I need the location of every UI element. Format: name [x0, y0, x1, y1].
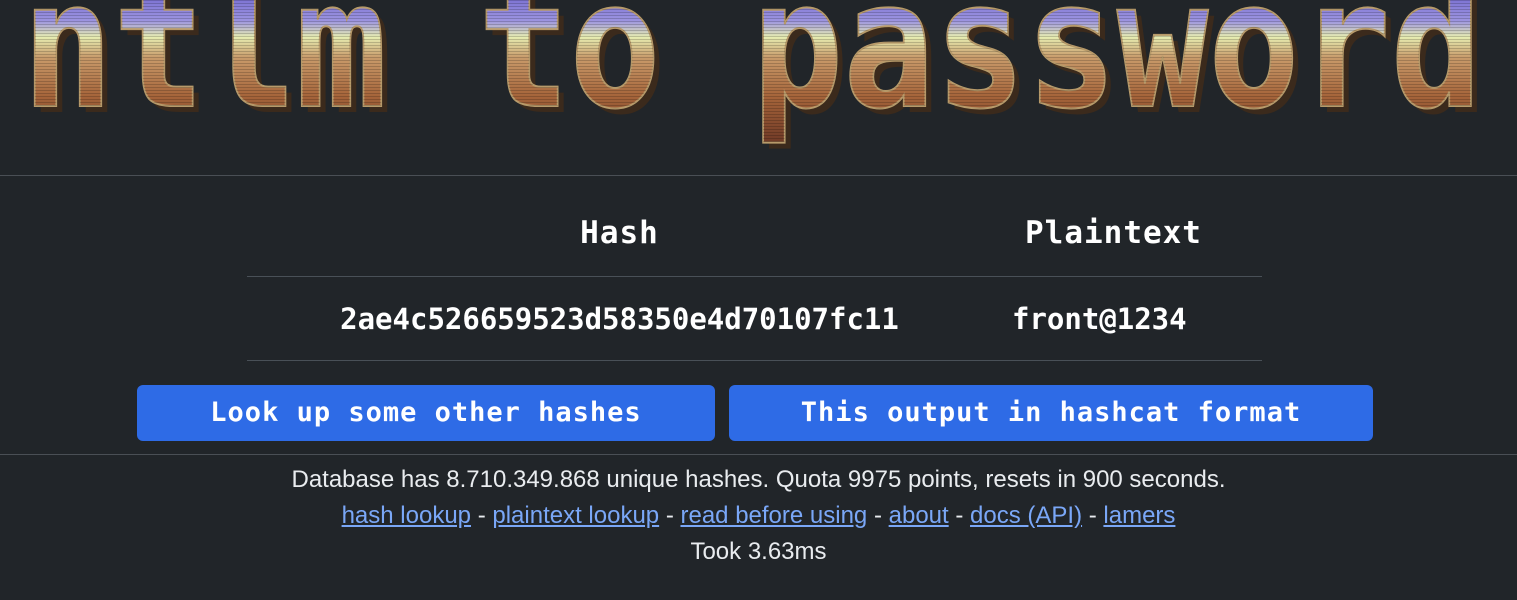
- read-before-using-link[interactable]: read before using: [680, 502, 867, 529]
- logo-scanlines: ntlm to password: [22, 0, 1482, 148]
- results-table: Hash Plaintext 2ae4c526659523d58350e4d70…: [247, 190, 1262, 361]
- link-separator: -: [477, 502, 486, 529]
- top-divider: [0, 175, 1517, 176]
- footer-links: hash lookup - plaintext lookup - read be…: [0, 498, 1517, 534]
- docs-api-link[interactable]: docs (API): [970, 502, 1082, 529]
- hash-column-header: Hash: [247, 190, 992, 277]
- hashcat-format-button[interactable]: This output in hashcat format: [729, 385, 1373, 441]
- database-stats: Database has 8.710.349.868 unique hashes…: [291, 466, 1226, 493]
- plaintext-lookup-link[interactable]: plaintext lookup: [492, 502, 659, 529]
- about-link[interactable]: about: [889, 502, 949, 529]
- logo-graphic: ntlm to password ntlm to password ntlm t…: [21, 0, 1488, 154]
- timing-text: Took 3.63ms: [690, 538, 827, 565]
- table-row: 2ae4c526659523d58350e4d70107fc11 front@1…: [247, 276, 1262, 361]
- link-separator: -: [955, 502, 964, 529]
- table-header-row: Hash Plaintext: [247, 190, 1262, 277]
- lookup-other-hashes-button[interactable]: Look up some other hashes: [137, 385, 715, 441]
- bottom-divider: [0, 454, 1517, 455]
- link-separator: -: [665, 502, 674, 529]
- hash-lookup-link[interactable]: hash lookup: [342, 502, 471, 529]
- plaintext-column-header: Plaintext: [992, 190, 1262, 277]
- lamers-link[interactable]: lamers: [1103, 502, 1175, 529]
- site-logo[interactable]: ntlm to password ntlm to password ntlm t…: [0, 0, 1517, 176]
- hash-cell: 2ae4c526659523d58350e4d70107fc11: [247, 276, 992, 361]
- link-separator: -: [873, 502, 882, 529]
- link-separator: -: [1088, 502, 1097, 529]
- plaintext-cell: front@1234: [992, 276, 1262, 361]
- footer: Database has 8.710.349.868 unique hashes…: [0, 462, 1517, 570]
